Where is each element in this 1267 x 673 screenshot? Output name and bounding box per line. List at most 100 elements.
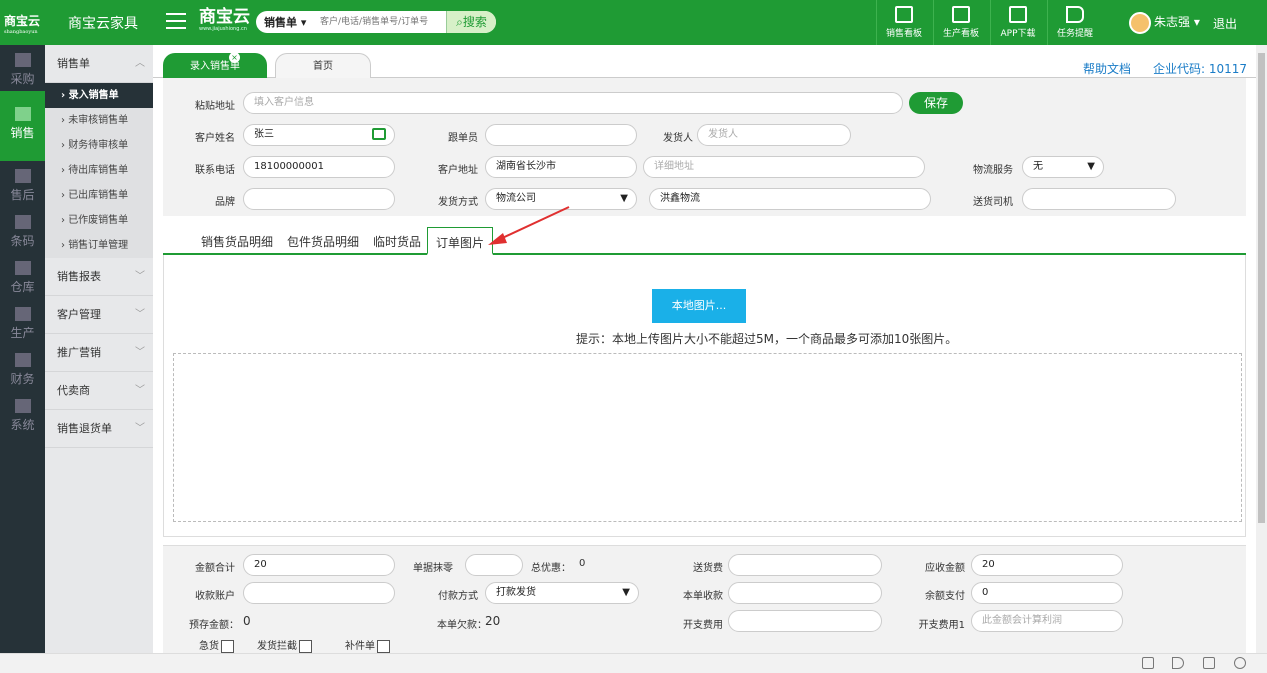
receivable-input[interactable]: 20 bbox=[971, 554, 1123, 576]
tab-enter-order[interactable]: 录入销售单 × bbox=[163, 52, 267, 78]
supplement-checkbox[interactable] bbox=[377, 639, 390, 653]
delivery-method-select[interactable]: 物流公司 ▼ bbox=[485, 188, 637, 210]
dropdown-arrow-icon: ▼ bbox=[1087, 161, 1095, 172]
shipper-input[interactable]: 发货人 bbox=[697, 124, 851, 146]
this-receipt-input[interactable] bbox=[728, 582, 882, 604]
module-purchase[interactable]: 采购 bbox=[0, 45, 45, 91]
payment-method-label: 付款方式 bbox=[438, 591, 478, 602]
window-icon[interactable] bbox=[1203, 657, 1215, 669]
sidebar-item-voided[interactable]: › 已作废销售单 bbox=[45, 208, 153, 233]
expense-input[interactable] bbox=[728, 610, 882, 632]
trash-icon[interactable] bbox=[1142, 657, 1154, 669]
logistics-company-input[interactable]: 洪鑫物流 bbox=[649, 188, 931, 210]
brand-input[interactable] bbox=[243, 188, 395, 210]
follower-input[interactable] bbox=[485, 124, 637, 146]
avatar bbox=[1129, 11, 1151, 34]
sidebar-item-unaudited[interactable]: › 未审核销售单 bbox=[45, 108, 153, 133]
subtab-sales-items[interactable]: 销售货品明细 bbox=[201, 233, 273, 250]
dropdown-arrow-icon: ▼ bbox=[620, 193, 628, 204]
address-detail-input[interactable]: 详细地址 bbox=[643, 156, 925, 178]
warehouse-icon bbox=[14, 261, 31, 275]
tab-home[interactable]: 首页 bbox=[275, 53, 371, 78]
block-checkbox-group[interactable]: 发货拦截 bbox=[257, 637, 312, 653]
module-system[interactable]: 系统 bbox=[0, 391, 45, 437]
subtab-temp-items[interactable]: 临时货品 bbox=[373, 233, 421, 250]
customer-name-input[interactable]: 张三 bbox=[243, 124, 395, 146]
image-drop-zone[interactable] bbox=[173, 353, 1242, 522]
total-discount-value: 0 bbox=[579, 558, 586, 569]
rounding-input[interactable] bbox=[465, 554, 523, 576]
nav-production-board[interactable]: 生产看板 bbox=[933, 0, 988, 45]
local-image-upload-button[interactable]: 本地图片... bbox=[652, 289, 746, 323]
sidebar-group-marketing[interactable]: 推广营销 ﹀ bbox=[45, 334, 153, 372]
edit-icon[interactable] bbox=[372, 128, 386, 140]
logistics-service-label: 物流服务 bbox=[973, 165, 1013, 176]
qr-code-icon bbox=[1009, 6, 1027, 23]
sidebar-item-order-management[interactable]: › 销售订单管理 bbox=[45, 233, 153, 258]
sidebar-group-agents[interactable]: 代卖商 ﹀ bbox=[45, 372, 153, 410]
balance-pay-label: 余额支付 bbox=[925, 591, 965, 602]
module-barcode[interactable]: 条码 bbox=[0, 207, 45, 253]
search-button[interactable]: ⌕搜索 bbox=[446, 11, 496, 33]
urgent-checkbox[interactable] bbox=[221, 639, 234, 653]
block-checkbox[interactable] bbox=[299, 639, 312, 653]
page-scrollbar[interactable] bbox=[1256, 45, 1267, 653]
brand-label: 品牌 bbox=[215, 197, 235, 208]
delivery-fee-input[interactable] bbox=[728, 554, 882, 576]
sidebar-item-enter-order[interactable]: › 录入销售单 bbox=[45, 83, 153, 108]
address-region-input[interactable]: 湖南省长沙市 bbox=[485, 156, 637, 178]
payment-method-select[interactable]: 打款发货 ▼ bbox=[485, 582, 639, 604]
chevron-down-icon: ﹀ bbox=[135, 309, 145, 320]
urgent-checkbox-group[interactable]: 急货 bbox=[199, 637, 234, 653]
nav-app-download[interactable]: APP下载 bbox=[990, 0, 1045, 45]
status-bar bbox=[0, 653, 1267, 673]
help-docs-link[interactable]: 帮助文档 bbox=[1083, 60, 1131, 77]
menu-icon[interactable] bbox=[166, 13, 186, 29]
subtab-order-images[interactable]: 订单图片 bbox=[427, 227, 494, 255]
driver-input[interactable] bbox=[1022, 188, 1176, 210]
scrollbar-thumb[interactable] bbox=[1258, 53, 1265, 523]
nav-task-reminder[interactable]: 任务提醒 bbox=[1047, 0, 1102, 45]
search-input[interactable] bbox=[320, 14, 434, 30]
sidebar-group-sales-order[interactable]: 销售单 ︿ bbox=[45, 45, 153, 83]
search-icon[interactable] bbox=[1234, 657, 1246, 669]
module-production[interactable]: 生产 bbox=[0, 299, 45, 345]
module-after-sales[interactable]: 售后 bbox=[0, 161, 45, 207]
sidebar: 销售单 ︿ › 录入销售单 › 未审核销售单 › 财务待审核单 › 待出库销售单 … bbox=[45, 45, 153, 653]
paste-address-label: 粘贴地址 bbox=[195, 101, 235, 112]
shipper-label: 发货人 bbox=[663, 133, 693, 144]
subtab-package-items[interactable]: 包件货品明细 bbox=[287, 233, 359, 250]
nav-sales-board[interactable]: 销售看板 bbox=[876, 0, 931, 45]
account-input[interactable] bbox=[243, 582, 395, 604]
total-input[interactable]: 20 bbox=[243, 554, 395, 576]
module-warehouse[interactable]: 仓库 bbox=[0, 253, 45, 299]
sidebar-item-shipped[interactable]: › 已出库销售单 bbox=[45, 183, 153, 208]
chevron-down-icon: ﹀ bbox=[135, 423, 145, 434]
chart-board-icon bbox=[895, 6, 913, 23]
search-type-select[interactable]: 销售单 ▾ bbox=[264, 14, 306, 30]
sidebar-group-customers[interactable]: 客户管理 ﹀ bbox=[45, 296, 153, 334]
save-button[interactable]: 保存 bbox=[909, 92, 963, 114]
phone-label: 联系电话 bbox=[195, 165, 235, 176]
logistics-service-select[interactable]: 无 ▼ bbox=[1022, 156, 1104, 178]
module-finance[interactable]: 财务 bbox=[0, 345, 45, 391]
balance-pay-input[interactable]: 0 bbox=[971, 582, 1123, 604]
sidebar-item-pending-out[interactable]: › 待出库销售单 bbox=[45, 158, 153, 183]
sidebar-group-reports[interactable]: 销售报表 ﹀ bbox=[45, 258, 153, 296]
customer-name-label: 客户姓名 bbox=[195, 133, 235, 144]
module-sales[interactable]: 销售 bbox=[0, 91, 45, 161]
paste-address-input[interactable]: 填入客户信息 bbox=[243, 92, 903, 114]
logout-link[interactable]: 退出 bbox=[1213, 15, 1237, 32]
delivery-fee-label: 送货费 bbox=[693, 563, 723, 574]
expense1-label: 开支费用1 bbox=[918, 620, 965, 631]
sidebar-group-returns[interactable]: 销售退货单 ﹀ bbox=[45, 410, 153, 448]
sidebar-item-finance-audit[interactable]: › 财务待审核单 bbox=[45, 133, 153, 158]
supplement-checkbox-group[interactable]: 补件单 bbox=[345, 637, 390, 653]
expense-label: 开支费用 bbox=[683, 620, 723, 631]
user-menu[interactable]: 朱志强 ▾ bbox=[1129, 11, 1200, 34]
close-icon[interactable]: × bbox=[229, 52, 240, 63]
speaker-icon[interactable] bbox=[1172, 657, 1184, 669]
dropdown-arrow-icon: ▼ bbox=[622, 587, 630, 598]
phone-input[interactable]: 18100000001 bbox=[243, 156, 395, 178]
expense1-input[interactable]: 此金额会计算利润 bbox=[971, 610, 1123, 632]
